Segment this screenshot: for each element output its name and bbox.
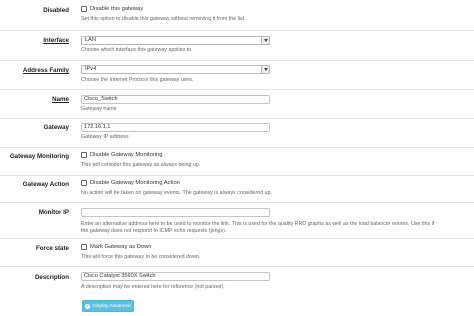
gateway-monitoring-row: Gateway Monitoring Disable Gateway Monit…: [0, 147, 474, 175]
force-state-help: This will force this gateway to be consi…: [81, 254, 201, 260]
description-row: Description Cisco Catalyst 3560X Switch …: [0, 266, 474, 296]
gateway-action-help: No action will be taken on gateway event…: [81, 190, 272, 196]
force-state-label: Force state: [35, 245, 69, 252]
address-family-row: Address Family IPv4 Choose the Internet …: [0, 60, 474, 89]
mark-down-checkbox[interactable]: [81, 244, 87, 250]
monitor-ip-label: Monitor IP: [38, 209, 69, 216]
name-row: Name Cisco_Switch Gateway name: [0, 89, 474, 118]
name-label: Name: [52, 96, 69, 103]
name-input[interactable]: Cisco_Switch: [81, 95, 270, 104]
gateway-input[interactable]: 172.16.1.1: [81, 123, 270, 132]
description-help: A description may be entered here for re…: [81, 284, 225, 290]
gateway-action-label: Gateway Action: [22, 181, 69, 188]
monitor-ip-input[interactable]: [81, 208, 270, 217]
disable-monitoring-checkbox-label[interactable]: Disable Gateway Monitoring: [90, 152, 163, 158]
gateway-action-row: Gateway Action Disable Gateway Monitorin…: [0, 175, 474, 202]
interface-select[interactable]: LAN: [81, 36, 270, 45]
disable-monitoring-checkbox[interactable]: [81, 152, 87, 158]
force-state-row: Force state Mark Gateway as Down This wi…: [0, 238, 474, 266]
disable-action-toggle[interactable]: Disable Gateway Monitoring Action: [81, 180, 180, 186]
gateway-monitoring-help: This will consider this gateway as alway…: [81, 162, 201, 168]
mark-down-toggle[interactable]: Mark Gateway as Down: [81, 244, 152, 250]
monitor-ip-help-line1: Enter an alternative address here to be …: [81, 221, 435, 227]
disabled-help: Set this option to disable this gateway …: [81, 16, 246, 22]
mark-down-checkbox-label[interactable]: Mark Gateway as Down: [90, 244, 152, 250]
interface-row: Interface LAN Choose which interface thi…: [0, 30, 474, 60]
interface-label: Interface: [43, 37, 69, 44]
disabled-row: Disabled Disable this gateway Set this o…: [0, 0, 474, 30]
interface-help: Choose which interface this gateway appl…: [81, 47, 193, 53]
gateway-row: Gateway 172.16.1.1 Gateway IP address: [0, 118, 474, 147]
disable-gateway-checkbox[interactable]: [81, 6, 87, 12]
disabled-label: Disabled: [43, 7, 69, 14]
chevron-down-icon[interactable]: [261, 66, 269, 73]
address-family-select[interactable]: IPv4: [81, 65, 270, 74]
play-circle-icon: [85, 303, 91, 309]
monitor-ip-help-line2: the gateway does not respond to ICMP ech…: [81, 228, 227, 234]
address-family-help: Choose the Internet Protocol this gatewa…: [81, 77, 194, 83]
disable-action-checkbox[interactable]: [81, 180, 87, 186]
disable-gateway-checkbox-label[interactable]: Disable this gateway: [90, 6, 143, 12]
gateway-help: Gateway IP address: [81, 134, 129, 140]
gateway-label: Gateway: [43, 124, 69, 131]
name-help: Gateway name: [81, 106, 117, 112]
disable-gateway-toggle[interactable]: Disable this gateway: [81, 6, 143, 12]
disable-action-checkbox-label[interactable]: Disable Gateway Monitoring Action: [90, 180, 180, 186]
address-family-select-value: IPv4: [85, 66, 97, 72]
interface-select-value: LAN: [85, 37, 96, 43]
disable-monitoring-toggle[interactable]: Disable Gateway Monitoring: [81, 152, 163, 158]
gateway-monitoring-label: Gateway Monitoring: [9, 153, 69, 160]
description-label: Description: [34, 274, 69, 281]
description-input[interactable]: Cisco Catalyst 3560X Switch: [81, 272, 270, 281]
address-family-label: Address Family: [22, 67, 69, 74]
monitor-ip-row: Monitor IP Enter an alternative address …: [0, 202, 474, 238]
display-advanced-button[interactable]: Display Advanced: [82, 300, 134, 312]
display-advanced-label: Display Advanced: [92, 303, 131, 309]
chevron-down-icon[interactable]: [261, 37, 269, 44]
